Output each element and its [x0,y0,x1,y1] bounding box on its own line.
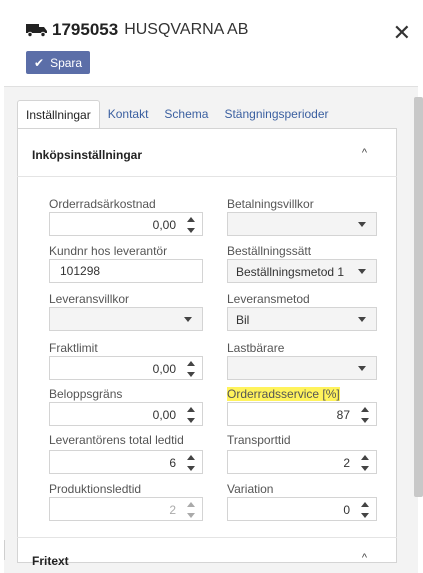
tab-installningar[interactable]: Inställningar [17,100,100,128]
chevron-down-icon [358,269,366,274]
label-bestallningssatt: Beställningssätt [227,244,312,258]
orderradsarkostnad-value: 0,00 [152,218,176,232]
bestallningssatt-value: Beställningsmetod 1 [236,265,345,279]
spinner-icon[interactable] [186,361,196,377]
label-orderradsservice: Orderradsservice [%] [227,387,340,401]
spinner-icon[interactable] [360,502,370,518]
section-divider [17,176,397,177]
section-title-fritext[interactable]: Fritext [32,554,69,568]
tab-schema[interactable]: Schema [156,100,216,128]
produktionsledtid-value: 2 [169,503,176,517]
label-transporttid: Transporttid [227,433,291,447]
variation-input[interactable]: 0 [227,497,377,521]
tab-kontakt[interactable]: Kontakt [100,100,157,128]
label-beloppsgrans: Beloppsgräns [49,387,123,401]
save-button[interactable]: ✔ Spara [26,51,90,74]
label-produktionsledtid: Produktionsledtid [49,482,142,496]
tab-bar: Inställningar Kontakt Schema Stängningsp… [17,100,337,128]
transporttid-value: 2 [343,456,350,470]
transporttid-input[interactable]: 2 [227,450,377,474]
orderradsarkostnad-input[interactable]: 0,00 [49,212,203,236]
ledtid-input[interactable]: 6 [49,450,203,474]
fraktlimit-value: 0,00 [152,362,176,376]
leveransmetod-value: Bil [236,313,250,327]
leveransvillkor-select[interactable] [49,307,203,331]
spinner-icon[interactable] [360,407,370,423]
label-betalningsvillkor: Betalningsvillkor [227,197,314,211]
save-button-label: Spara [50,55,83,70]
section-divider [17,537,397,538]
label-fraktlimit: Fraktlimit [49,341,98,355]
lastbarare-select[interactable] [227,356,377,380]
spinner-icon[interactable] [186,407,196,423]
checkmark-icon: ✔ [34,55,45,70]
orderradsservice-value: 87 [336,408,350,422]
supplier-name: HUSQVARNA AB [124,21,249,38]
spinner-icon[interactable] [360,455,370,471]
label-kundnr: Kundnr hos leverantör [49,244,168,258]
label-leveransmetod: Leveransmetod [227,292,310,306]
chevron-down-icon [184,317,192,322]
chevron-up-icon[interactable]: ^ [362,552,367,564]
bestallningssatt-select[interactable]: Beställningsmetod 1 [227,259,377,283]
scrollbar[interactable] [414,97,423,497]
produktionsledtid-input: 2 [49,497,203,521]
beloppsgrans-value: 0,00 [152,408,176,422]
betalningsvillkor-select[interactable] [227,212,377,236]
spinner-icon[interactable] [186,455,196,471]
spinner-icon[interactable] [186,217,196,233]
tab-stangningsperioder[interactable]: Stängningsperioder [216,100,336,128]
supplier-id: 1795053 [52,20,119,39]
chevron-down-icon [358,222,366,227]
chevron-down-icon [358,317,366,322]
ledtid-value: 6 [169,456,176,470]
beloppsgrans-input[interactable]: 0,00 [49,402,203,426]
close-button[interactable]: ✕ [393,22,411,44]
label-orderradsarkostnad: Orderradsärkostnad [49,197,156,211]
panel-edge [4,540,5,560]
kundnr-input[interactable]: 101298 [49,259,203,283]
dialog-title: 1795053 HUSQVARNA AB [26,20,248,40]
truck-icon [26,24,47,37]
label-variation: Variation [227,482,274,496]
leveransmetod-select[interactable]: Bil [227,307,377,331]
label-lastbarare: Lastbärare [227,341,285,355]
label-leveransvillkor: Leveransvillkor [49,292,130,306]
chevron-down-icon [358,366,366,371]
dialog-header: 1795053 HUSQVARNA AB ✕ ✔ Spara [0,0,423,86]
orderradsservice-input[interactable]: 87 [227,402,377,426]
variation-value: 0 [343,503,350,517]
fraktlimit-input[interactable]: 0,00 [49,356,203,380]
kundnr-value: 101298 [60,264,101,278]
label-ledtid: Leverantörens total ledtid [49,433,184,447]
chevron-up-icon[interactable]: ^ [362,147,367,159]
section-title-inkopsinstallningar[interactable]: Inköpsinställningar [32,148,142,162]
spinner-icon [186,502,196,518]
